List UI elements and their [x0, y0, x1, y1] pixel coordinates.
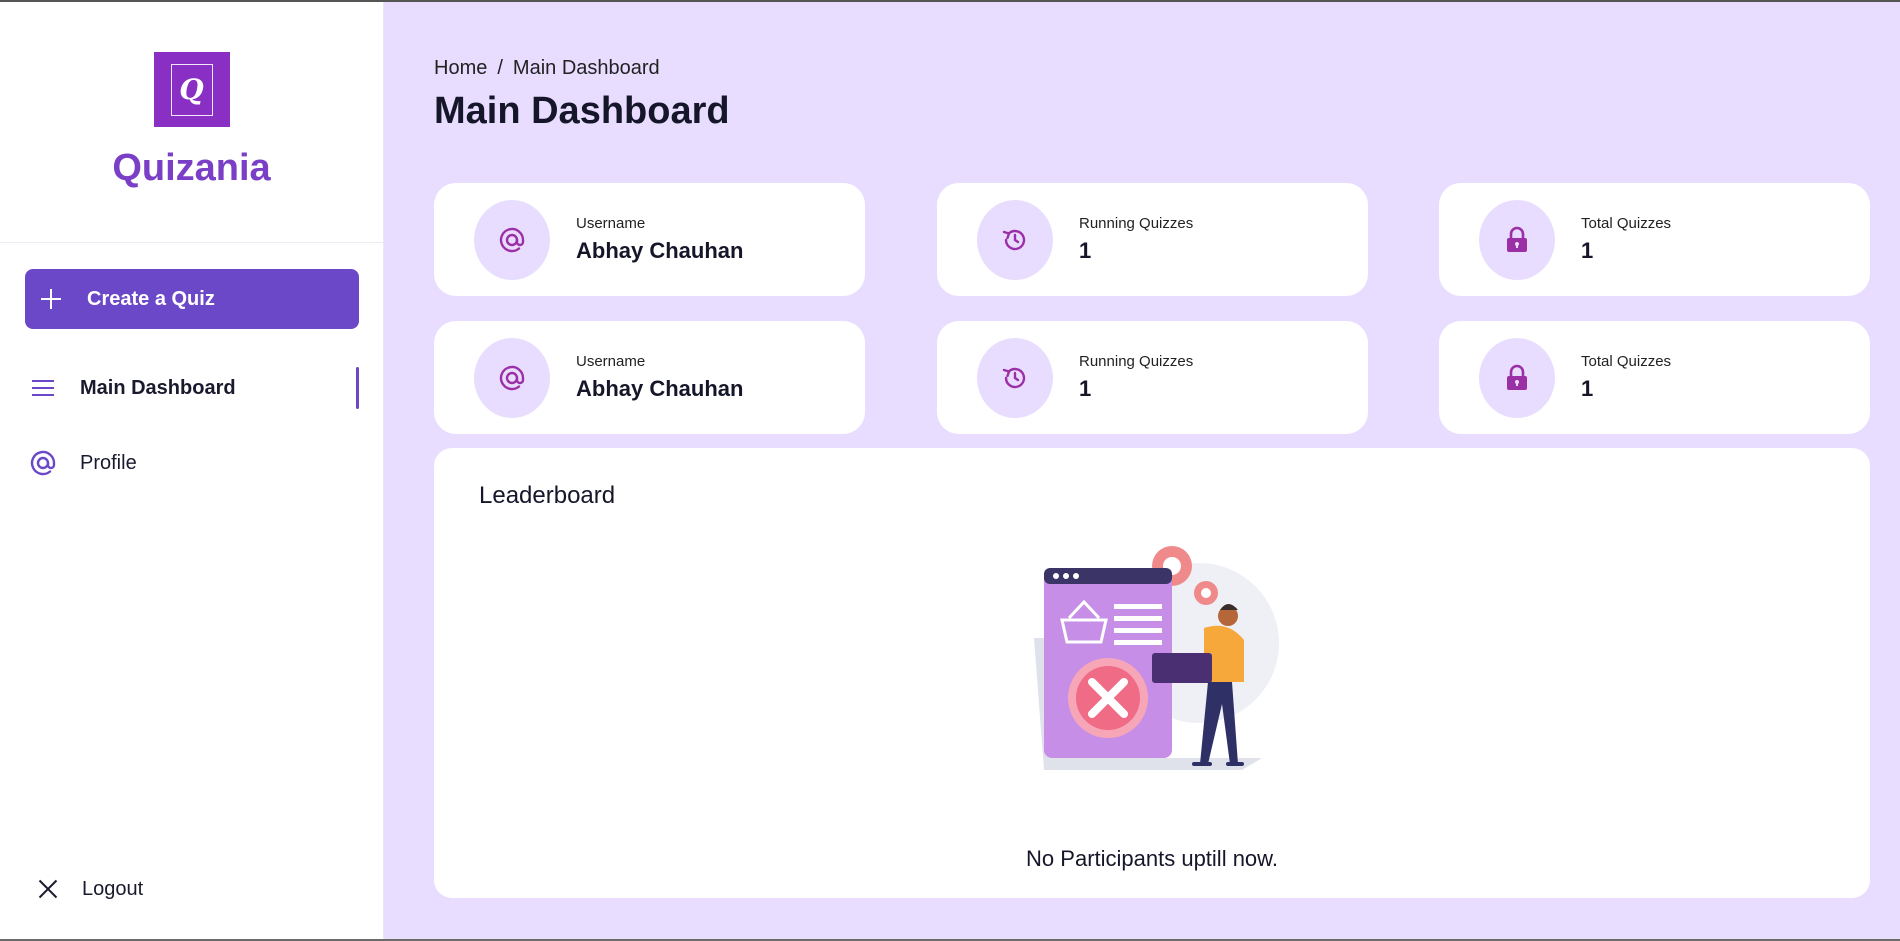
app-logo[interactable]: Q [153, 52, 230, 127]
stat-card-running-quizzes: Running Quizzes 1 [937, 321, 1368, 434]
stat-value: 1 [1079, 238, 1092, 263]
active-indicator [356, 367, 359, 409]
stat-card-running-quizzes: Running Quizzes 1 [937, 183, 1368, 296]
leaderboard-panel: Leaderboard No Participants uptill now. [434, 448, 1870, 898]
breadcrumb-separator: / [497, 57, 503, 79]
breadcrumb: Home / Main Dashboard [434, 57, 660, 80]
stat-value: Abhay Chauhan [576, 238, 744, 263]
close-icon [36, 877, 60, 901]
create-quiz-label: Create a Quiz [87, 287, 215, 310]
sidebar-item-label: Profile [80, 451, 137, 474]
empty-state-illustration [1034, 546, 1279, 770]
history-icon [977, 337, 1053, 418]
hamburger-icon [30, 375, 56, 401]
page-title: Main Dashboard [434, 90, 730, 132]
sidebar: Q Quizania Create a Quiz Main Dashboard … [0, 2, 384, 939]
sidebar-item-profile[interactable]: Profile [0, 438, 384, 488]
stat-label: Username [576, 215, 646, 232]
stat-value: 1 [1581, 238, 1594, 263]
stat-card-total-quizzes: Total Quizzes 1 [1439, 183, 1870, 296]
stat-label: Total Quizzes [1581, 353, 1672, 370]
at-icon [30, 450, 56, 476]
stat-value: 1 [1581, 376, 1594, 401]
empty-state-message: No Participants uptill now. [1026, 846, 1278, 871]
stat-value: Abhay Chauhan [576, 376, 744, 401]
lock-icon [1479, 337, 1555, 418]
logout-button[interactable]: Logout [0, 864, 384, 914]
sidebar-item-main-dashboard[interactable]: Main Dashboard [0, 363, 384, 413]
app-name: Quizania [112, 147, 271, 189]
lock-icon [1479, 199, 1555, 280]
stat-label: Running Quizzes [1079, 353, 1194, 370]
logout-label: Logout [82, 877, 144, 900]
leaderboard-title: Leaderboard [479, 482, 616, 509]
window-top-border [0, 0, 1900, 2]
at-icon [474, 337, 550, 418]
stat-card-total-quizzes: Total Quizzes 1 [1439, 321, 1870, 434]
stat-card-username: Username Abhay Chauhan [434, 321, 865, 434]
logo-letter: Q [170, 63, 213, 116]
stat-label: Running Quizzes [1079, 215, 1194, 232]
brand: Q Quizania [0, 2, 383, 243]
sidebar-item-label: Main Dashboard [80, 376, 236, 399]
history-icon [977, 199, 1053, 280]
breadcrumb-home[interactable]: Home [434, 57, 487, 79]
stat-label: Username [576, 353, 646, 370]
breadcrumb-current: Main Dashboard [512, 57, 660, 79]
create-quiz-button[interactable]: Create a Quiz [25, 269, 359, 329]
plus-icon [39, 287, 63, 311]
at-icon [474, 199, 550, 280]
stat-value: 1 [1079, 376, 1092, 401]
stat-label: Total Quizzes [1581, 215, 1672, 232]
stat-card-username: Username Abhay Chauhan [434, 183, 865, 296]
